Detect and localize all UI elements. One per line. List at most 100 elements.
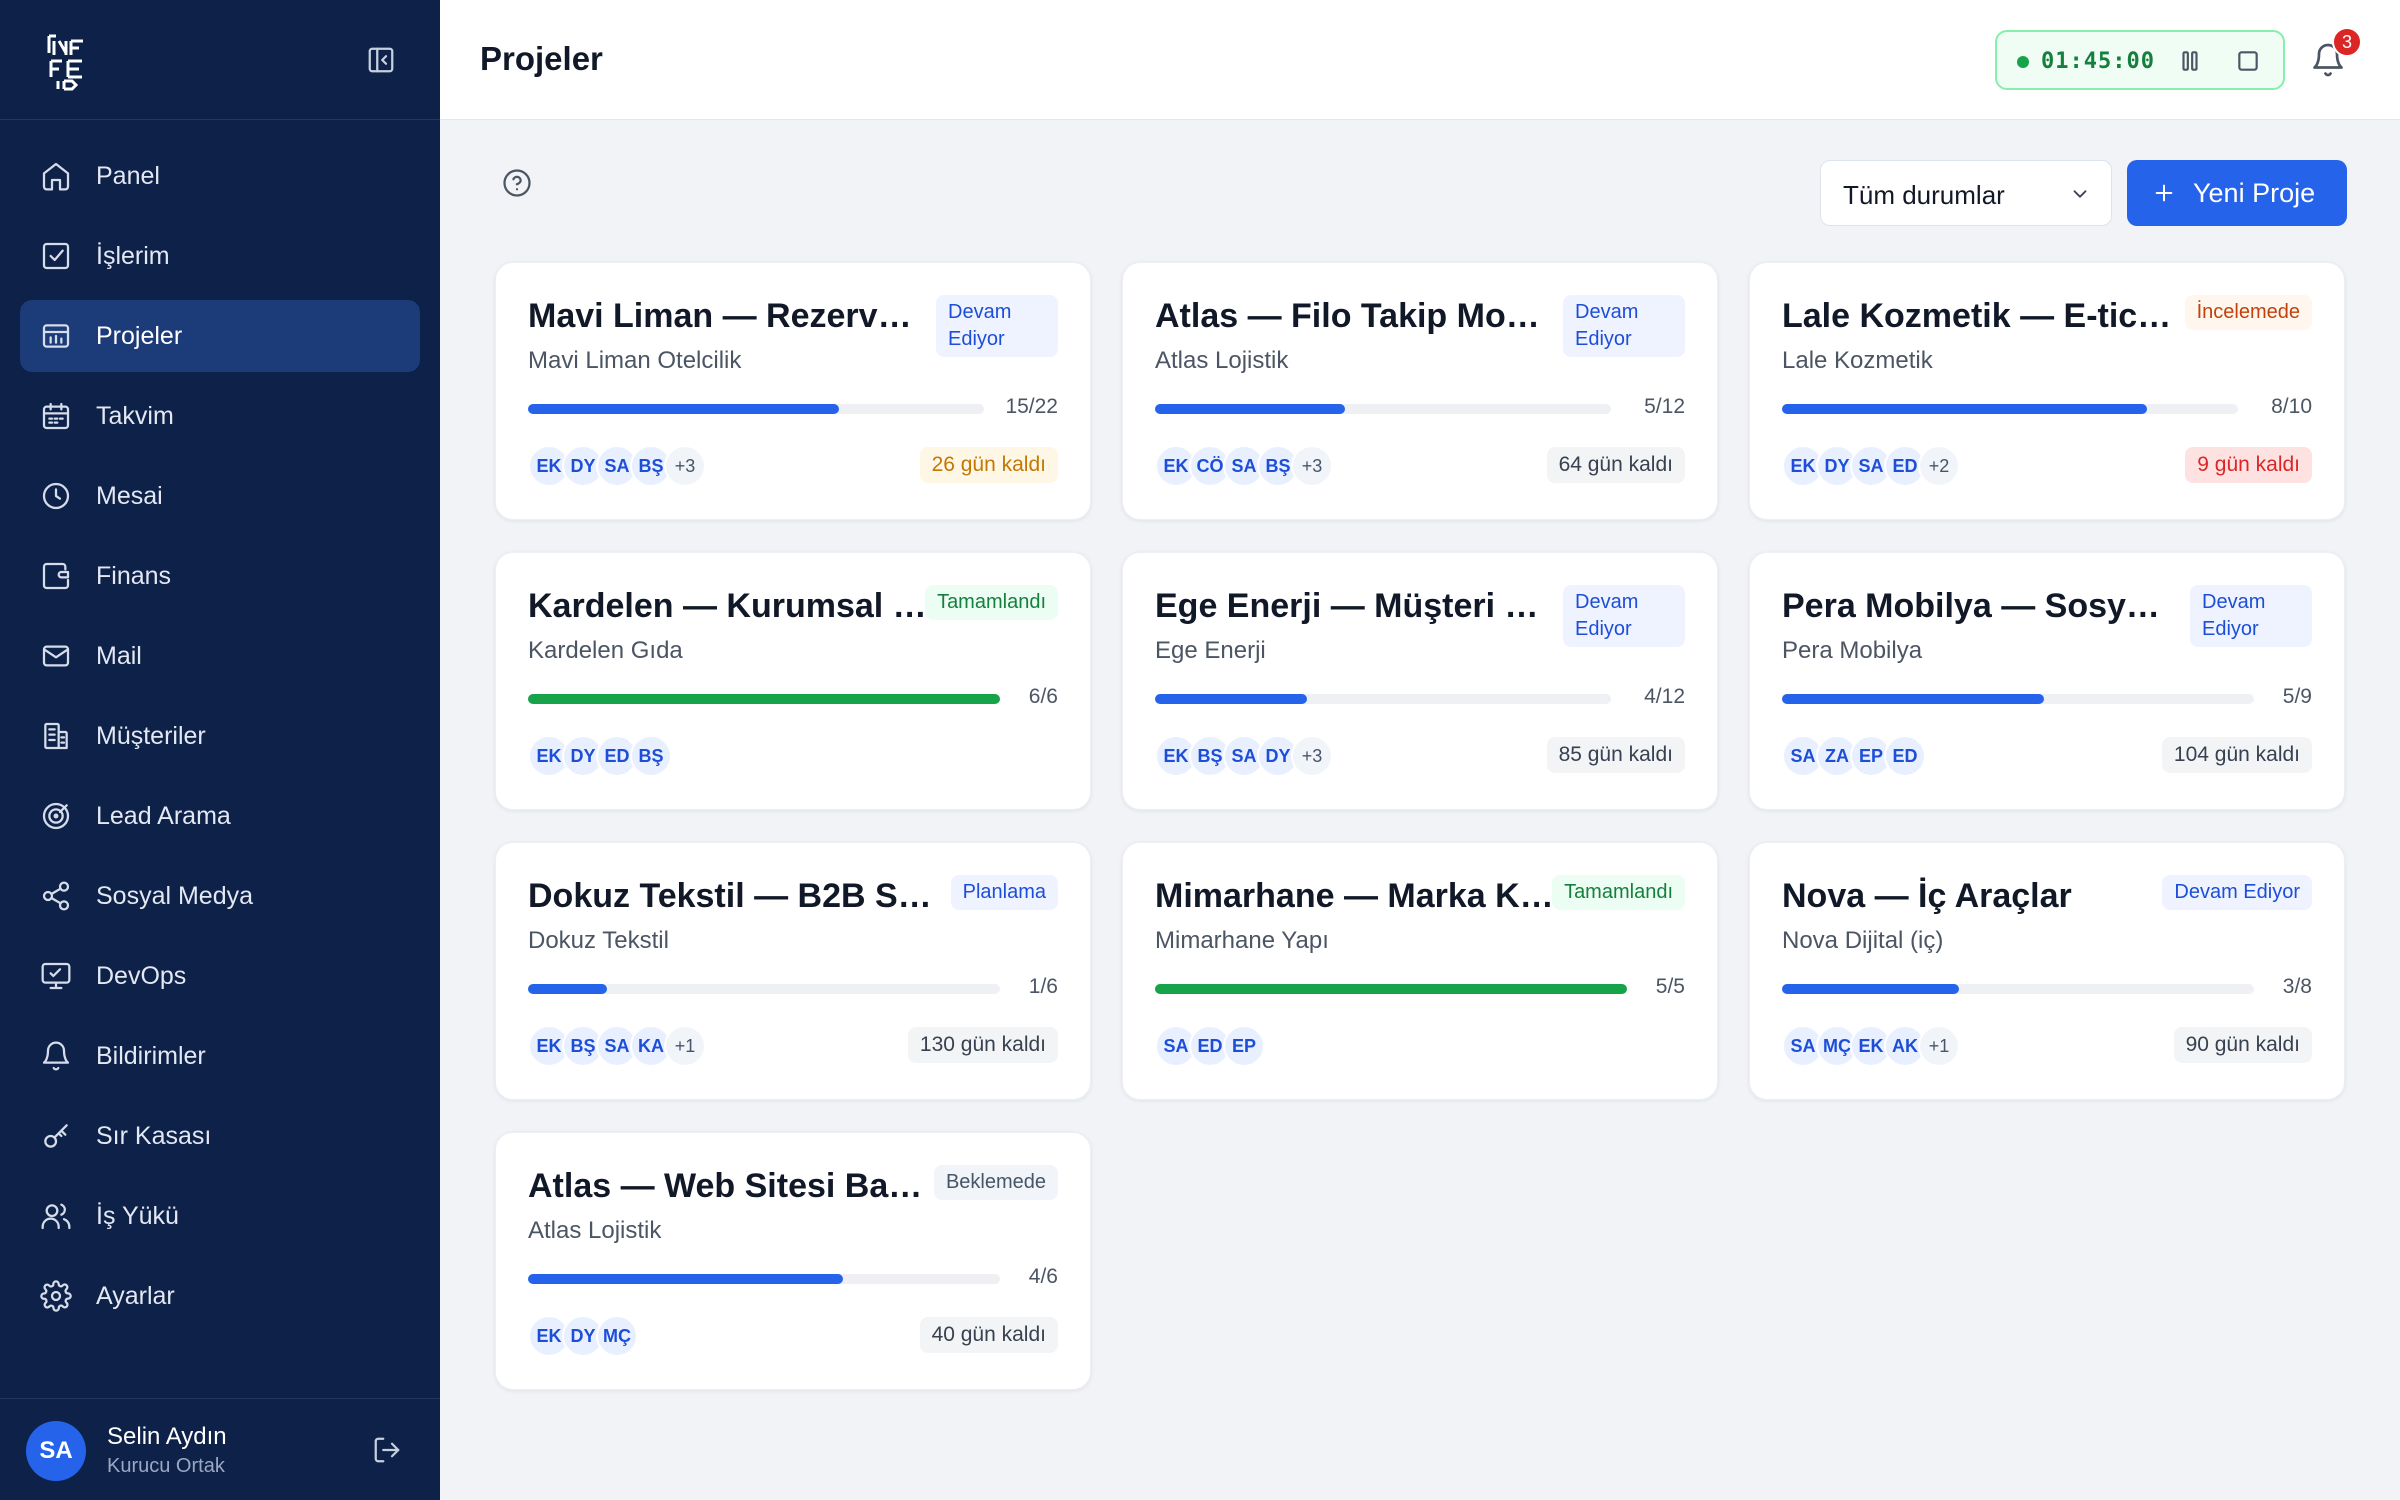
sidebar-item-label: Sır Kasası	[96, 1121, 212, 1150]
project-card[interactable]: Pera Mobilya — Sosyal Medya Pera Mobilya D…	[1749, 552, 2345, 810]
sidebar-item-label: Müşteriler	[96, 721, 206, 750]
sidebar-item-wallet[interactable]: Finans	[20, 540, 420, 612]
days-left-badge: 85 gün kaldı	[1546, 737, 1685, 773]
project-client: Mavi Liman Otelcilik	[528, 347, 742, 374]
user-name: Selin Aydın	[107, 1423, 227, 1450]
top-header: Projeler 01:45:00 3	[440, 0, 2400, 120]
team-avatars: EK DY SA BŞ +3	[528, 445, 706, 489]
help-icon[interactable]	[502, 168, 532, 198]
more-members-count[interactable]: +2	[1918, 445, 1960, 487]
sidebar-item-label: Mesai	[96, 481, 163, 510]
project-client: Nova Dijital (iç)	[1782, 927, 1944, 954]
progress-bar	[1155, 984, 1627, 994]
progress-bar	[1782, 694, 2254, 704]
project-card[interactable]: Dokuz Tekstil — B2B Sipariş Dokuz Tekstil…	[495, 842, 1091, 1100]
sidebar-item-monitor[interactable]: DevOps	[20, 940, 420, 1012]
more-members-count[interactable]: +3	[1291, 445, 1333, 487]
days-left-badge: 26 gün kaldı	[919, 447, 1058, 483]
project-client: Kardelen Gıda	[528, 637, 683, 664]
timer-value: 01:45:00	[2041, 49, 2155, 74]
sidebar-item-label: Projeler	[96, 321, 183, 350]
progress-fill	[1155, 694, 1307, 704]
sidebar-item-share[interactable]: Sosyal Medya	[20, 860, 420, 932]
sidebar-item-label: Finans	[96, 561, 172, 590]
user-role: Kurucu Ortak	[107, 1455, 225, 1477]
project-client: Atlas Lojistik	[528, 1217, 662, 1244]
avatar[interactable]: EP	[1223, 1025, 1265, 1067]
sidebar-item-gear[interactable]: Ayarlar	[20, 1260, 420, 1332]
sidebar-item-users[interactable]: İş Yükü	[20, 1180, 420, 1252]
sidebar-item-check-square[interactable]: İşlerim	[20, 220, 420, 292]
avatar[interactable]: ED	[1884, 735, 1926, 777]
stop-icon[interactable]	[2235, 48, 2261, 74]
project-card[interactable]: Mavi Liman — Rezervasyon Mavi Liman Otelc…	[495, 262, 1091, 520]
status-badge: Tamamlandı	[925, 585, 1058, 620]
chevron-down-icon	[2073, 190, 2087, 198]
sidebar-item-label: Ayarlar	[96, 1281, 175, 1310]
key-icon	[44, 1124, 68, 1148]
sidebar-item-label: İşlerim	[96, 241, 170, 270]
status-filter-select[interactable]: Tüm durumlar	[1820, 160, 2112, 226]
calendar-icon	[42, 402, 70, 430]
project-card[interactable]: Lale Kozmetik — E-ticaret Lale Kozmetik İn…	[1749, 262, 2345, 520]
project-client: Atlas Lojistik	[1155, 347, 1289, 374]
status-badge: Devam Ediyor	[2190, 585, 2312, 647]
project-card[interactable]: Ege Enerji — Müşteri Portalı Ege Enerji De…	[1122, 552, 1718, 810]
team-avatars: EK CÖ SA BŞ +3	[1155, 445, 1333, 489]
target-icon	[42, 802, 70, 830]
project-title: Ege Enerji — Müşteri Portalı	[1155, 587, 1543, 625]
progress-fill	[1782, 694, 2045, 704]
logo-icon[interactable]	[46, 33, 88, 91]
project-card[interactable]: Atlas — Web Sitesi Bakımı Atlas Lojistik B…	[495, 1132, 1091, 1390]
project-card[interactable]: Atlas — Filo Takip Mobil Atlas Lojistik De…	[1122, 262, 1718, 520]
avatar[interactable]: BŞ	[630, 735, 672, 777]
more-members-count[interactable]: +3	[664, 445, 706, 487]
sidebar-item-mail[interactable]: Mail	[20, 620, 420, 692]
sidebar-collapse-icon[interactable]	[366, 45, 396, 75]
building-icon	[44, 722, 68, 750]
sidebar-item-home[interactable]: Panel	[20, 140, 420, 212]
user-panel: SA Selin Aydın Kurucu Ortak	[0, 1398, 440, 1500]
days-left-badge: 40 gün kaldı	[919, 1317, 1058, 1353]
project-card[interactable]: Mimarhane — Marka Kimliği Mimarhane Yapı T…	[1122, 842, 1718, 1100]
team-avatars: EK DY SA ED +2	[1782, 445, 1960, 489]
project-card[interactable]: Kardelen — Kurumsal Site Kardelen Gıda Tam…	[495, 552, 1091, 810]
progress-count: 1/6	[1028, 975, 1058, 998]
avatar[interactable]: SA	[26, 1421, 86, 1481]
project-client: Dokuz Tekstil	[528, 927, 669, 954]
sidebar-item-bell[interactable]: Bildirimler	[20, 1020, 420, 1092]
team-avatars: EK DY ED BŞ	[528, 735, 672, 779]
more-members-count[interactable]: +1	[664, 1025, 706, 1067]
project-title: Nova — İç Araçlar	[1782, 877, 2072, 915]
sidebar-item-projects[interactable]: Projeler	[20, 300, 420, 372]
team-avatars: SA ZA EP ED	[1782, 735, 1926, 779]
sidebar-item-building[interactable]: Müşteriler	[20, 700, 420, 772]
projects-icon	[42, 324, 70, 348]
pause-icon[interactable]	[2177, 48, 2203, 74]
more-members-count[interactable]: +1	[1918, 1025, 1960, 1067]
project-title: Atlas — Filo Takip Mobil	[1155, 297, 1543, 335]
status-badge: Tamamlandı	[1552, 875, 1685, 910]
progress-fill	[528, 984, 607, 994]
project-card[interactable]: Nova — İç Araçlar Nova Dijital (iç) Devam …	[1749, 842, 2345, 1100]
more-members-count[interactable]: +3	[1291, 735, 1333, 777]
sidebar-item-key[interactable]: Sır Kasası	[20, 1100, 420, 1172]
sidebar-item-target[interactable]: Lead Arama	[20, 780, 420, 852]
sidebar-item-clock[interactable]: Mesai	[20, 460, 420, 532]
progress-fill	[528, 1274, 843, 1284]
sidebar-item-calendar[interactable]: Takvim	[20, 380, 420, 452]
bell-icon	[42, 1041, 70, 1071]
logout-icon[interactable]	[372, 1435, 402, 1465]
notification-badge: 3	[2332, 27, 2362, 57]
new-project-button[interactable]: Yeni Proje	[2127, 160, 2347, 226]
wallet-icon	[42, 562, 70, 590]
avatar[interactable]: MÇ	[596, 1315, 638, 1357]
work-timer: 01:45:00	[1995, 30, 2285, 90]
sidebar-item-label: Takvim	[96, 401, 174, 430]
progress-count: 5/9	[2282, 685, 2312, 708]
home-icon	[42, 162, 70, 191]
project-client: Pera Mobilya	[1782, 637, 1923, 664]
progress-count: 8/10	[2271, 395, 2312, 418]
project-client: Mimarhane Yapı	[1155, 927, 1329, 954]
status-badge: Devam Ediyor	[936, 295, 1058, 357]
